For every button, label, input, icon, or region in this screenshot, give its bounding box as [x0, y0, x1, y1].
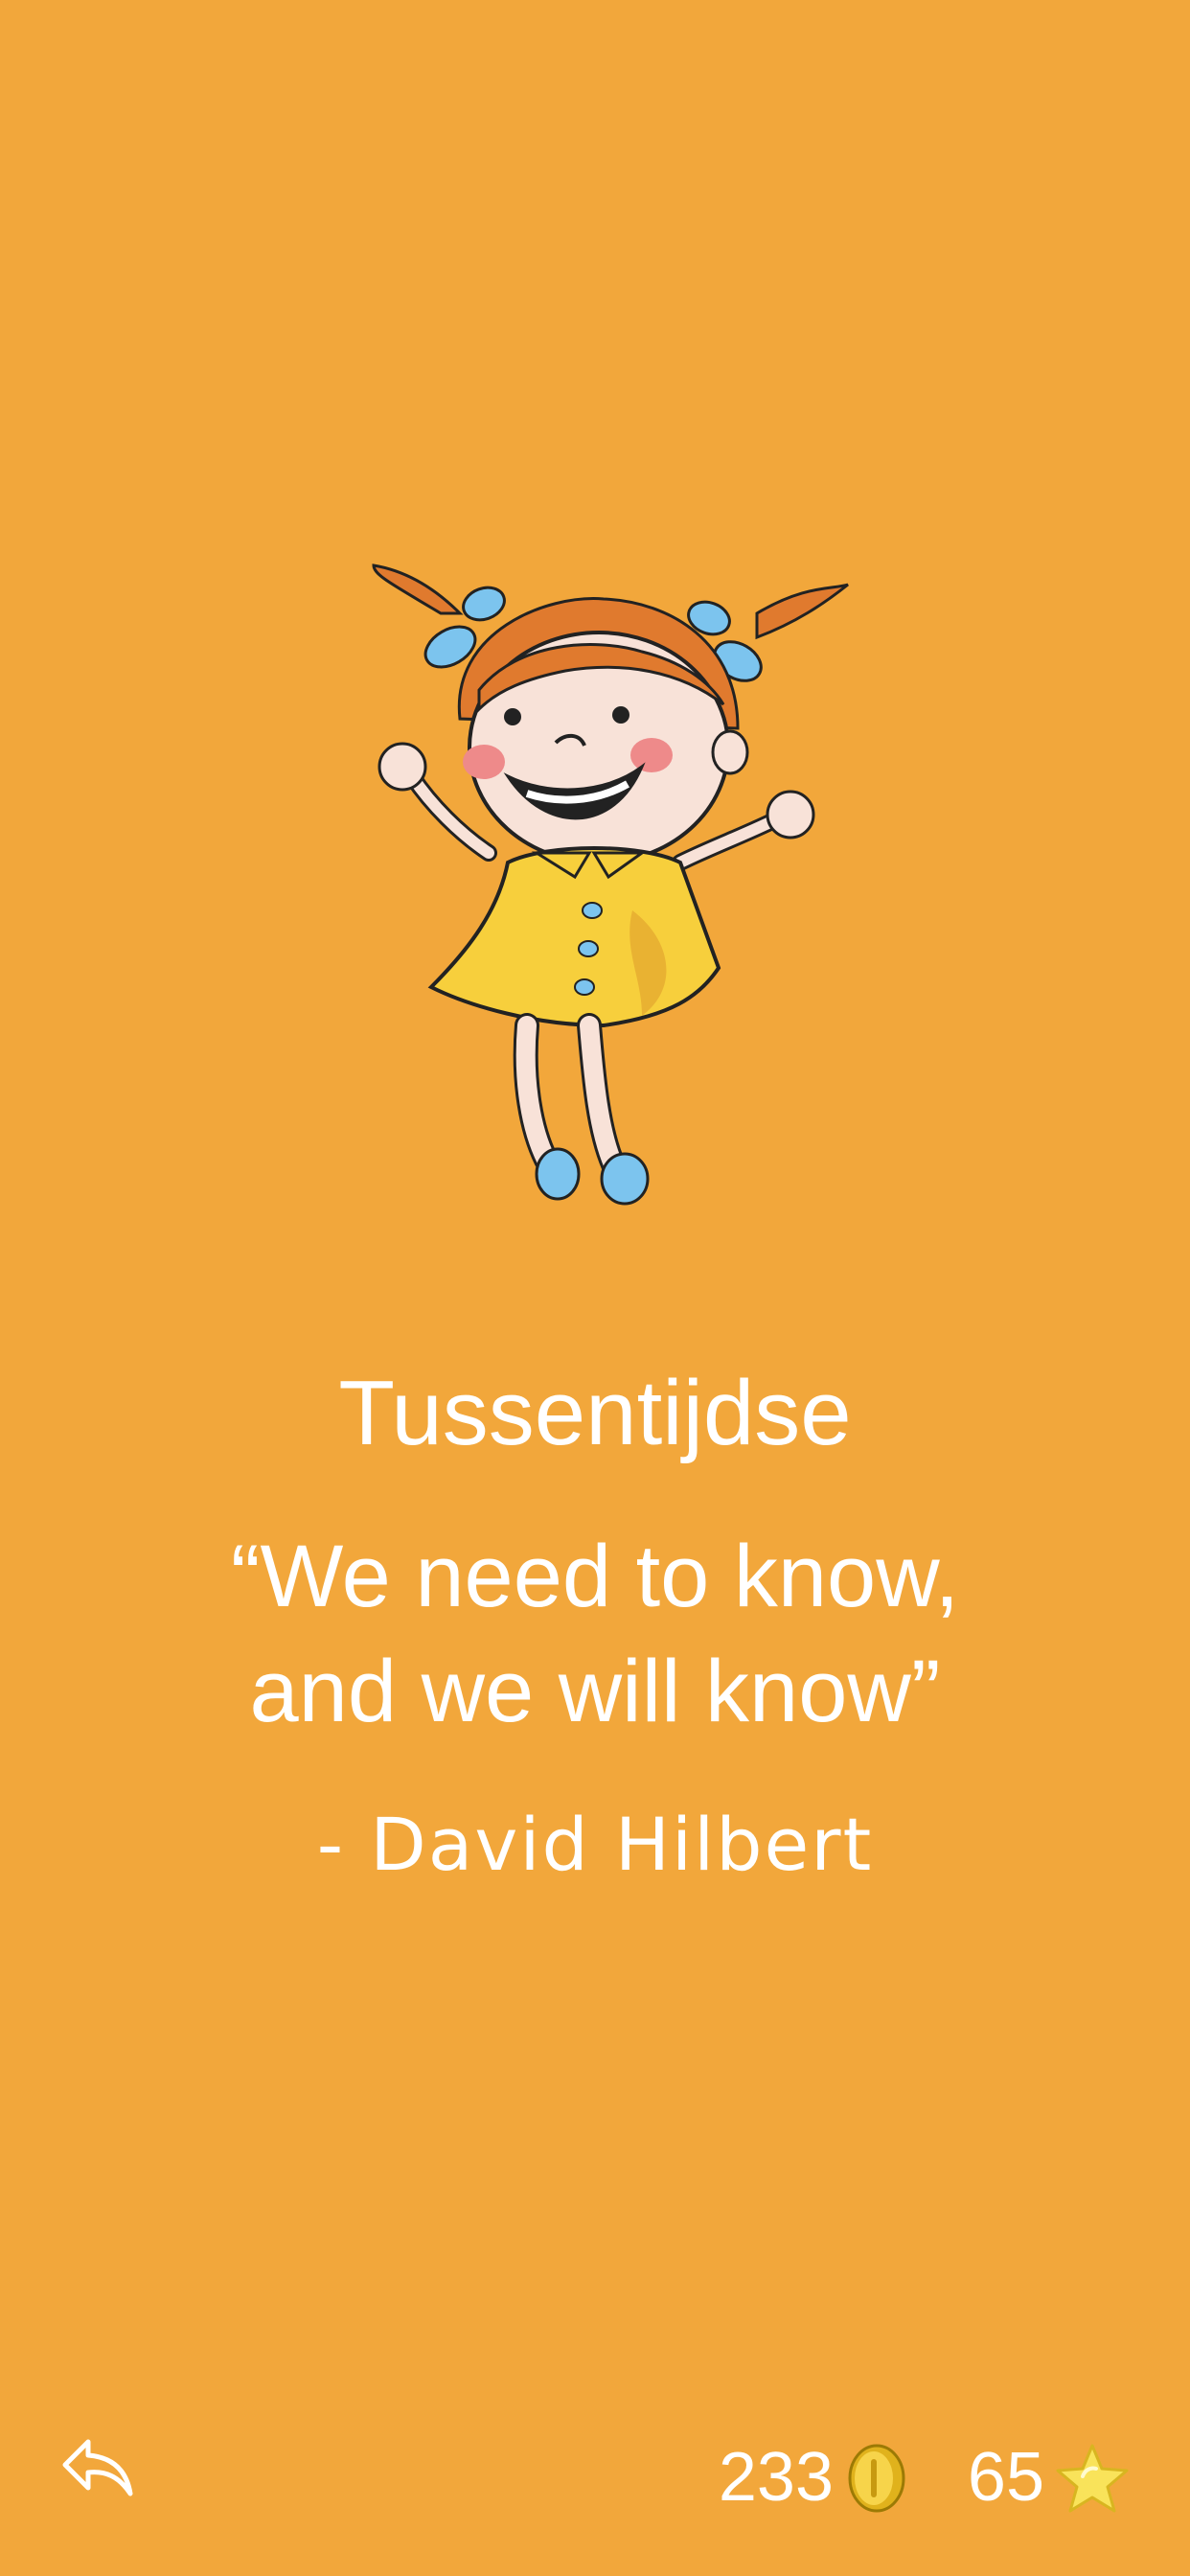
quote-author: - David Hilbert [316, 1802, 874, 1887]
quote-text: “We need to know, and we will know” [0, 1519, 1190, 1749]
coin-icon [848, 2444, 905, 2513]
quote-line-2: and we will know” [249, 1643, 941, 1740]
star-icon [1056, 2444, 1129, 2513]
stars-count: 65 [967, 2439, 1044, 2516]
girl-illustration [372, 564, 849, 1206]
page-title: Tussentijdse [338, 1362, 852, 1464]
quote-line-1: “We need to know, [230, 1528, 960, 1625]
back-icon[interactable] [59, 2434, 136, 2501]
coins-count: 233 [718, 2439, 834, 2516]
